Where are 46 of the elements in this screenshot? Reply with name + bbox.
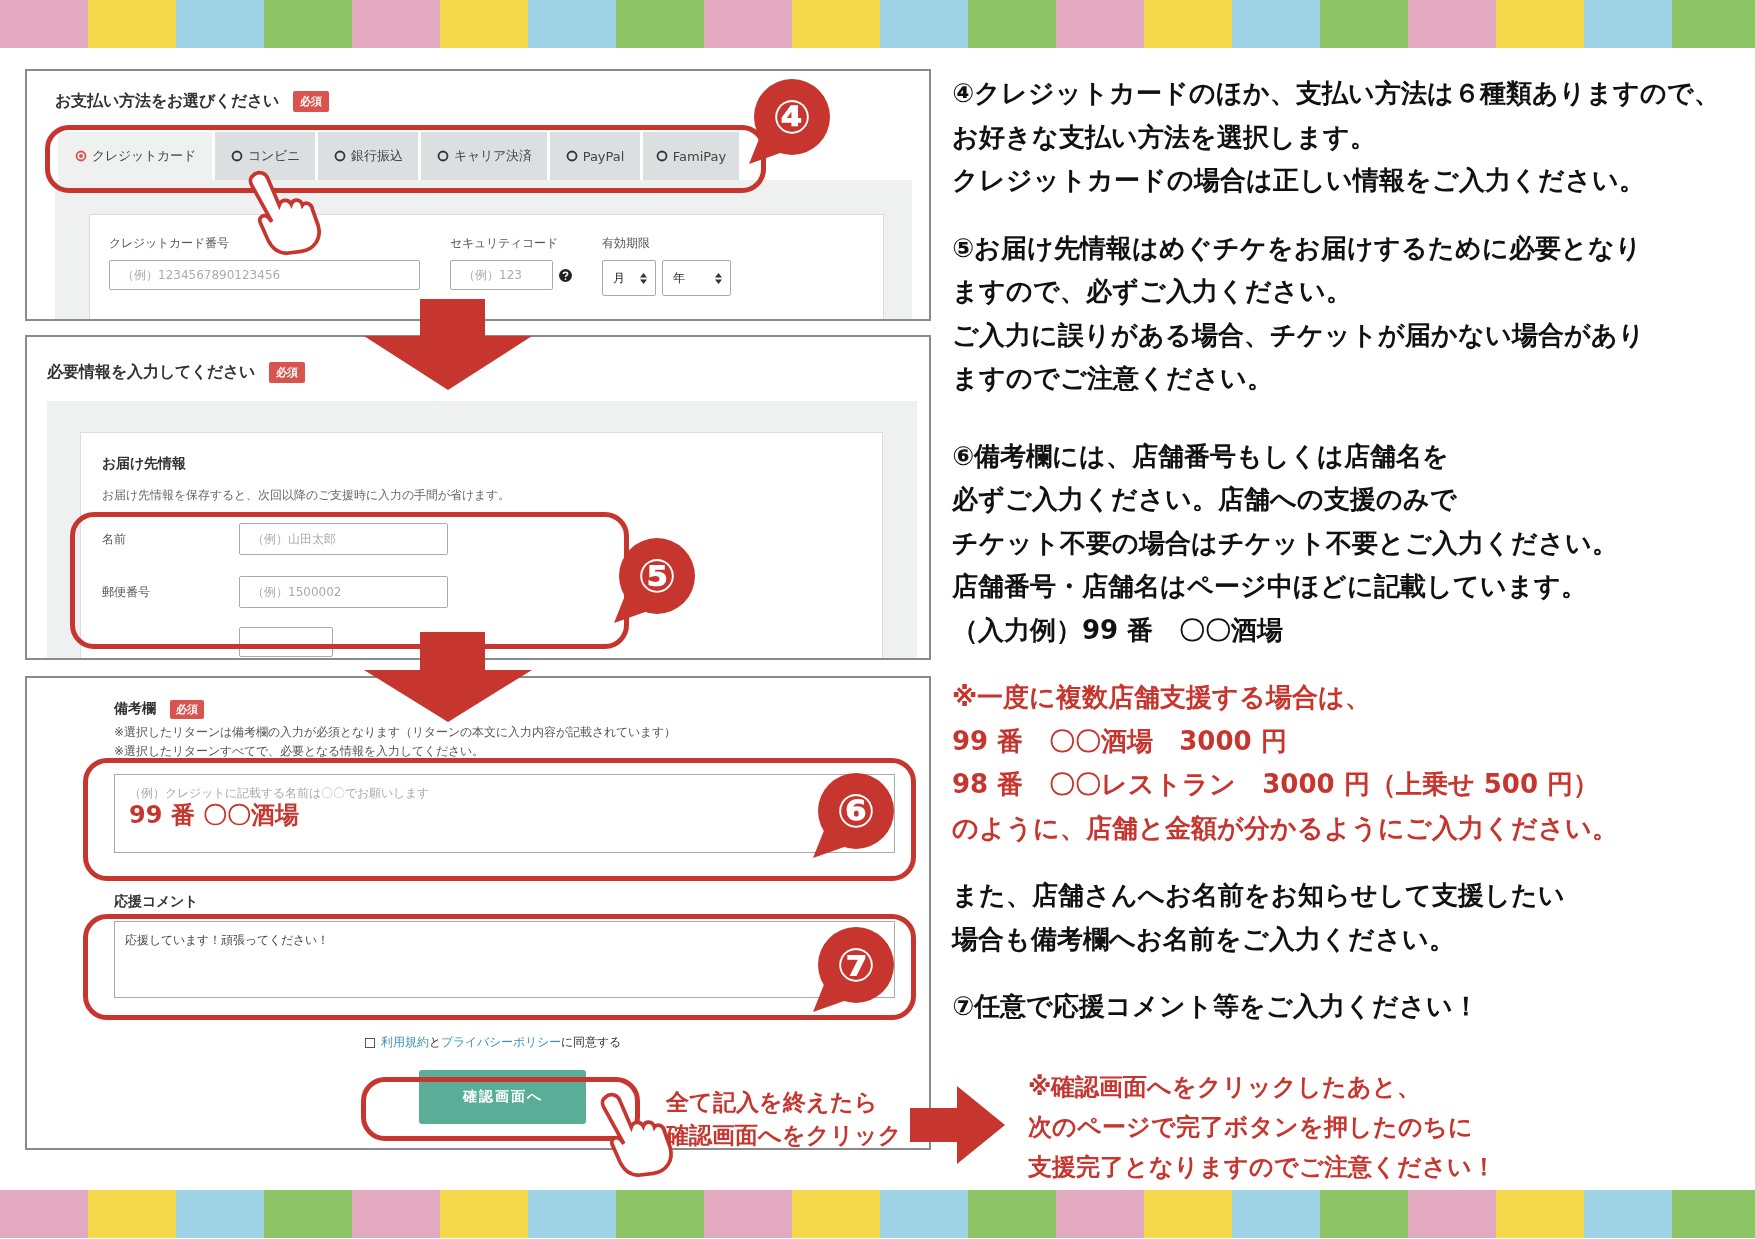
select-field[interactable]: 月: [602, 260, 656, 296]
updown-caret-icon: [715, 272, 722, 284]
radio-icon: [565, 150, 578, 162]
radio-icon: [74, 150, 87, 162]
guide-paragraph: ※一度に複数店舗支援する場合は、 99 番 〇〇酒場 3000 円 98 番 〇〇レストラン 3000 円（上乗せ 500 円） のように、店舗と金額が分かるようにご入力ください。: [952, 681, 1619, 845]
select-field[interactable]: 年: [662, 260, 731, 296]
instruction-text: 全て記入を終えたら 確認画面へをクリック: [666, 1088, 902, 1150]
guide-paragraph: ⑤お届け先情報はめぐチケをお届けするために必要となり ますので、必ずご入力ください。 ご入力に誤りがある場合、チケットが届かない場合があり ますのでご注意ください。: [952, 231, 1646, 395]
radio-icon: [333, 150, 346, 162]
field-label: セキュリティコード: [450, 235, 559, 252]
payment-tab[interactable]: コンビニ: [215, 132, 315, 180]
section-title: 必要情報を入力してください: [47, 361, 255, 383]
payment-tab[interactable]: PayPal: [550, 132, 640, 180]
guide-paragraph: ⑥備考欄には、店舗番号もしくは店舗名を 必ずご入力ください。店舗への支援のみで チケット不要の場合はチケット不要とご入力ください。 店舗番号・店舗名はページ中ほどに記載しています。 （入力例）99 番 〇〇酒場: [952, 439, 1619, 647]
help-icon[interactable]: [559, 268, 572, 282]
agreement-text: 利用規約 と プライバシーポリシーに同意する: [381, 1034, 621, 1051]
guide-paragraph: ⑦任意で応援コメント等をご入力ください！: [952, 990, 1480, 1023]
example-text: 99 番 〇〇酒場: [129, 802, 300, 829]
checkbox[interactable]: [365, 1037, 375, 1048]
note-text: ※選択したリターンは備考欄の入力が必須となります（リターンの本文に入力内容が記載されています）: [114, 724, 678, 741]
notice-paragraph: ※確認画面へをクリックしたあと、 次のページで完了ボタンを押したのちに 支援完了となりますのでご注意ください！: [1028, 1071, 1497, 1183]
guide-paragraph: ④クレジットカードのほか、支払い方法は６種類ありますので、 お好きな支払い方法を選択します。 クレジットカードの場合は正しい情報をご入力ください。: [952, 77, 1720, 197]
terms-link[interactable]: 利用規約: [381, 1035, 429, 1049]
required-badge: 必須: [170, 699, 204, 719]
payment-tab[interactable]: 銀行振込: [318, 132, 418, 180]
required-badge: 必須: [293, 90, 329, 112]
radio-icon: [230, 150, 243, 162]
payment-tab[interactable]: キャリア決済: [421, 132, 547, 180]
radio-icon: [436, 150, 449, 162]
field-label: 名前: [102, 530, 127, 548]
section-title: お支払い方法をお選びください: [55, 90, 279, 112]
subsection-title: お届け先情報: [102, 455, 187, 473]
payment-tab[interactable]: FamiPay: [643, 132, 739, 180]
required-badge: 必須: [269, 361, 305, 383]
field-label: 応援コメント: [114, 893, 199, 911]
field-label: 郵便番号: [102, 583, 151, 601]
guide-paragraph: また、店舗さんへお名前をお知らせして支援したい 場合も備考欄へお名前をご入力ください。: [952, 879, 1566, 956]
updown-caret-icon: [640, 272, 647, 284]
radio-icon: [655, 150, 668, 162]
field-label: クレジットカード番号: [109, 235, 230, 252]
field-label: 有効期限: [602, 235, 651, 252]
payment-tab[interactable]: クレジットカード: [58, 132, 212, 180]
note-text: ※選択したリターンすべてで、必要となる情報を入力してください。: [114, 743, 486, 760]
description-text: お届け先情報を保存すると、次回以降のご支援時に入力の手間が省けます。: [102, 487, 511, 504]
field-label: 備考欄: [114, 700, 156, 718]
privacy-link[interactable]: プライバシーポリシー: [441, 1035, 561, 1049]
